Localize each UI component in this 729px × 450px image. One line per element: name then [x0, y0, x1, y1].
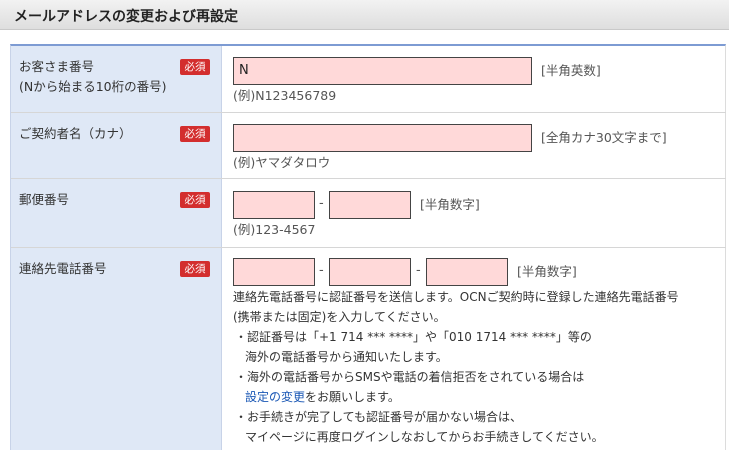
- form-row-postal-code: 郵便番号 必須 - [半角数字] (例)123-4567: [11, 179, 726, 248]
- form-row-contractor-name: ご契約者名（カナ） 必須 [全角カナ30文字まで] (例)ヤマダタロウ: [11, 113, 726, 179]
- required-badge: 必須: [180, 192, 210, 208]
- customer-number-hint: [半角英数]: [541, 63, 601, 78]
- contractor-name-hint: [全角カナ30文字まで]: [541, 130, 667, 145]
- phone-third-input[interactable]: [426, 258, 508, 286]
- page-title: メールアドレスの変更および再設定: [14, 9, 238, 25]
- contractor-name-input[interactable]: [233, 124, 532, 152]
- page-header: メールアドレスの変更および再設定: [0, 0, 729, 30]
- phone-separator-1: -: [319, 263, 324, 278]
- customer-number-input[interactable]: N: [233, 57, 532, 85]
- contractor-name-example: (例)ヤマダタロウ: [233, 155, 331, 170]
- phone-note-line-1: 連絡先電話番号に認証番号を送信します。OCNご契約時に登録した連絡先電話番号: [233, 290, 679, 304]
- postal-code-example: (例)123-4567: [233, 222, 316, 237]
- phone-separator-2: -: [416, 263, 421, 278]
- postal-code-first-input[interactable]: [233, 191, 315, 219]
- postal-code-label: 郵便番号: [19, 192, 70, 207]
- phone-note-line-7: ・お手続きが完了しても認証番号が届かない場合は、: [235, 410, 523, 424]
- row-value-cell: - - [半角数字] 連絡先電話番号に認証番号を送信します。OCNご契約時に登録…: [223, 248, 726, 450]
- postal-code-hint: [半角数字]: [420, 197, 480, 212]
- row-label-cell: 連絡先電話番号 必須: [11, 248, 222, 450]
- row-value-cell: - [半角数字] (例)123-4567: [223, 179, 726, 247]
- phone-note-line-3: ・認証番号は「+1 714 *** ****」や「010 1714 *** **…: [235, 330, 592, 344]
- postal-code-second-input[interactable]: [329, 191, 411, 219]
- row-value-cell: [全角カナ30文字まで] (例)ヤマダタロウ: [223, 113, 726, 178]
- row-label-cell: ご契約者名（カナ） 必須: [11, 113, 222, 178]
- phone-note-line-4: 海外の電話番号から通知いたします。: [245, 350, 448, 364]
- phone-note-line-2: (携帯または固定)を入力してください。: [233, 310, 446, 324]
- form-table: お客さま番号 (Nから始まる10桁の番号) 必須 N [半角英数] (例)N12…: [10, 44, 726, 450]
- postal-code-separator: -: [319, 196, 324, 211]
- required-badge: 必須: [180, 59, 210, 75]
- contact-phone-label: 連絡先電話番号: [19, 261, 107, 276]
- contractor-name-label: ご契約者名（カナ）: [19, 126, 132, 141]
- phone-hint: [半角数字]: [517, 264, 577, 279]
- form-row-contact-phone: 連絡先電話番号 必須 - - [半角数字] 連絡先電話番号に認証番号を送信します…: [11, 248, 726, 450]
- phone-first-input[interactable]: [233, 258, 315, 286]
- row-label-cell: 郵便番号 必須: [11, 179, 222, 247]
- required-badge: 必須: [180, 126, 210, 142]
- row-label-cell: お客さま番号 (Nから始まる10桁の番号) 必須: [11, 46, 222, 112]
- settings-change-link[interactable]: 設定の変更: [245, 390, 305, 404]
- phone-note-line-8: マイページに再度ログインしなおしてからお手続きしてください。: [245, 430, 604, 444]
- row-value-cell: N [半角英数] (例)N123456789: [223, 46, 726, 112]
- customer-number-label: お客さま番号 (Nから始まる10桁の番号): [19, 59, 167, 94]
- required-badge: 必須: [180, 261, 210, 277]
- form-row-customer-number: お客さま番号 (Nから始まる10桁の番号) 必須 N [半角英数] (例)N12…: [11, 46, 726, 113]
- phone-note-line-6: 設定の変更をお願いします。: [245, 390, 400, 404]
- customer-number-example: (例)N123456789: [233, 88, 337, 103]
- phone-note-line-5: ・海外の電話番号からSMSや電話の着信拒否をされている場合は: [235, 370, 585, 384]
- phone-second-input[interactable]: [329, 258, 411, 286]
